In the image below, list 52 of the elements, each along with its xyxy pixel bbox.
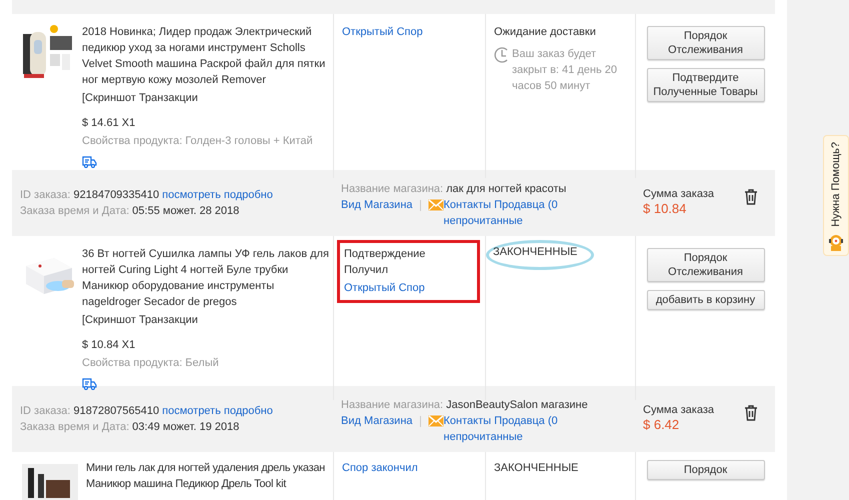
snapshot-link[interactable]: [Скриншот Транзакции — [82, 312, 198, 328]
details-link[interactable]: посмотреть подробно — [162, 405, 273, 417]
order-status: Ожидание доставки — [494, 25, 596, 40]
action-button[interactable]: Порядок Отслеживания — [646, 26, 764, 60]
contact-seller-link[interactable]: Контакты Продавца (0 непрочитанные — [444, 197, 584, 229]
date-label: Заказа время и Дата: — [20, 205, 130, 217]
robot-icon — [827, 232, 845, 251]
store-link[interactable]: Вид Магазина — [341, 197, 413, 213]
snapshot-link[interactable]: [Скриншот Транзакции — [82, 90, 198, 106]
action-button[interactable]: Порядок — [646, 460, 764, 480]
receipt-status: Подтверждение Получил — [344, 247, 426, 278]
order-id-label: ID заказа: — [20, 405, 70, 417]
dispute-link[interactable]: Спор закончил — [342, 460, 418, 476]
product-title[interactable]: Мини гель лак для ногтей удаления дрель указан Маникюр машина Педикюр Дрель Tool kit — [86, 460, 333, 492]
order-date: 05:55 может. 28 2018 — [132, 205, 240, 217]
product-title[interactable]: 36 Вт ногтей Сушилка лампы УФ гель лаков для ногтей Curing Light 4 ногтей Буле трубки Маникюр оборудование инструменты nageldroger Secador de pregos — [82, 246, 333, 310]
countdown-text: Ваш заказ будет закрыт в: 41 день 20 часов 50 минут — [512, 47, 618, 94]
order-date: 03:49 может. 19 2018 — [132, 421, 240, 433]
store-label: Название магазина: — [341, 399, 444, 411]
order-total: $ 10.84 — [643, 200, 688, 218]
details-link[interactable]: посмотреть подробно — [162, 189, 273, 201]
dispute-link[interactable]: Открытый Спор — [344, 280, 425, 296]
product-price: $ 10.84 X1 — [82, 338, 136, 353]
action-button[interactable]: Порядок Отслеживания — [646, 248, 764, 282]
total-label: Сумма заказа — [643, 404, 714, 416]
order-id: 91872807565410 — [73, 405, 160, 417]
clock-icon — [494, 46, 510, 64]
help-text: Нужна Помощь? — [830, 142, 842, 227]
help-tab[interactable]: Нужна Помощь? — [823, 135, 849, 256]
store-label: Название магазина: — [341, 183, 444, 195]
date-label: Заказа время и Дата: — [20, 421, 130, 433]
dispute-link[interactable]: Открытый Спор — [342, 24, 423, 40]
envelope-icon — [428, 414, 444, 428]
action-button[interactable]: добавить в корзину — [646, 290, 764, 310]
store-name: JasonBeautySalon магазине — [446, 399, 588, 411]
store-name: лак для ногтей красоты — [446, 183, 566, 195]
product-title[interactable]: 2018 Новинка; Лидер продаж Электрический педикюр уход за ногами инструмент Scholls Velvet Smooth машина Раскрой файл для пятки ног мертвую кожу мозолей Remover — [82, 24, 333, 88]
product-properties: Свойства продукта: Голден-3 головы + Китай — [82, 134, 313, 149]
trash-icon[interactable] — [743, 188, 759, 205]
action-button[interactable]: Подтвердите Полученные Товары — [646, 68, 764, 102]
product-properties: Свойства продукта: Белый — [82, 356, 219, 371]
envelope-icon — [428, 198, 444, 212]
product-price: $ 14.61 X1 — [82, 116, 136, 131]
total-label: Сумма заказа — [643, 188, 714, 200]
order-id-label: ID заказа: — [20, 189, 70, 201]
trash-icon[interactable] — [743, 404, 759, 421]
circled-status: ЗАКОНЧЕННЫЕ — [486, 240, 594, 270]
order-total: $ 6.42 — [643, 416, 680, 434]
store-link[interactable]: Вид Магазина — [341, 413, 413, 429]
contact-seller-link[interactable]: Контакты Продавца (0 непрочитанные — [444, 413, 584, 445]
order-status: ЗАКОНЧЕННЫЕ — [494, 461, 578, 476]
order-id: 92184709335410 — [73, 189, 160, 201]
